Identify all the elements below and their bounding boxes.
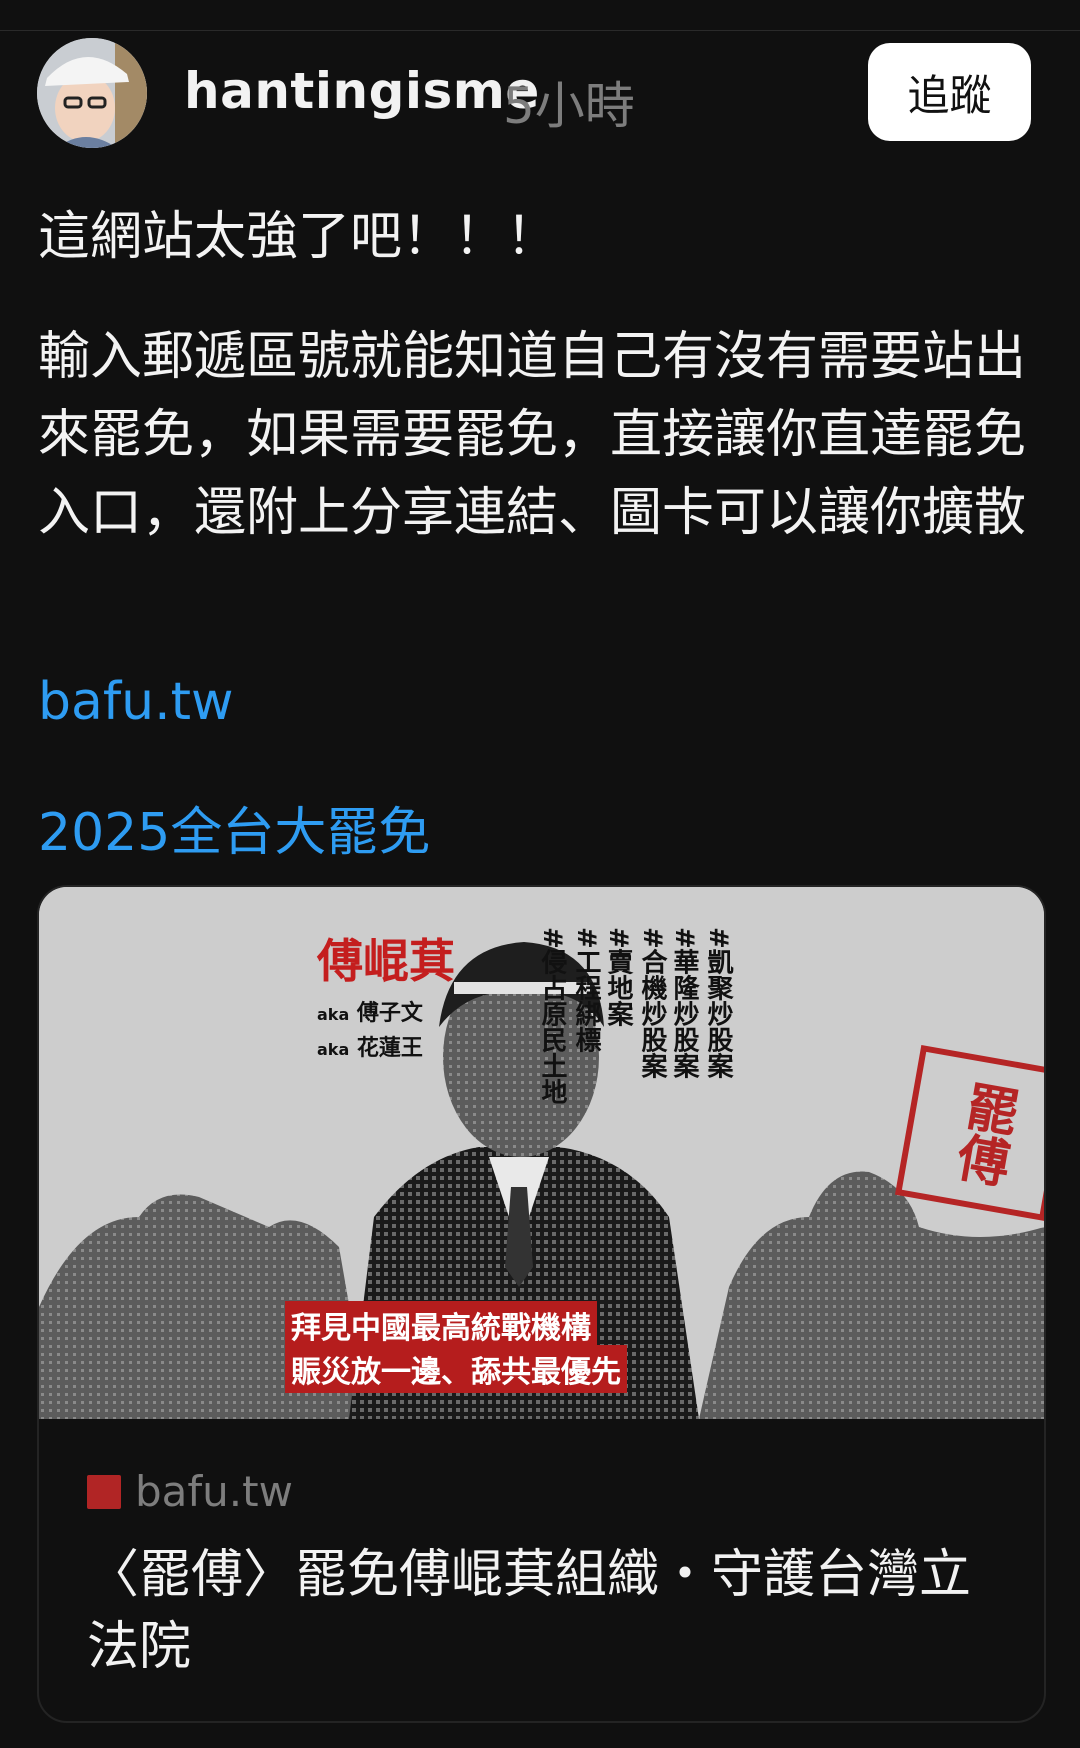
person-name: 傅崐萁 [317,934,455,988]
tag: #侵占原民土地 [537,927,567,1105]
banner-line1: 拜見中國最高統戰機構 [285,1301,597,1349]
follow-button[interactable]: 追蹤 [868,43,1031,141]
tag: #華隆炒股案 [669,927,699,1079]
tag: #賣地案 [603,927,633,1027]
tag: #合機炒股案 [637,927,667,1079]
tags-block: #凱聚炒股案 #華隆炒股案 [667,927,735,1079]
card-domain: bafu.tw [135,1467,293,1516]
site-favicon-icon [87,1474,121,1509]
aka-label: aka [317,1005,350,1024]
tags-block-2: #合機炒股案 #賣地案 [601,927,669,1079]
tag: #凱聚炒股案 [703,927,733,1079]
username[interactable]: hantingisme [184,62,540,120]
post-time: 5小時 [503,77,635,135]
post-link-url[interactable]: bafu.tw [38,672,234,732]
banner-line2: 賑災放一邊、舔共最優先 [285,1345,627,1393]
aka-label: aka [317,1040,350,1059]
stamp-text: 罷傅 [944,1076,1022,1190]
aka-1: 傅子文 [356,1001,423,1026]
post-link-title[interactable]: 2025全台大罷免 [38,790,430,865]
top-divider [0,30,1080,31]
avatar[interactable] [37,38,147,148]
profile-photo-icon [37,38,147,148]
card-domain-row: bafu.tw [87,1467,293,1516]
card-title[interactable]: 〈罷傅〉罷免傅崐萁組織・守護台灣立法院 [87,1539,1007,1683]
tags-block-3: #工程綁標 #侵占原民土地 [535,927,603,1105]
post-text-paragraph: 輸入郵遞區號就能知道自己有沒有需要站出來罷免，如果需要罷免，直接讓你直達罷免入口… [38,327,1027,543]
preview-image[interactable]: 傅崐萁 aka 傅子文 aka 花蓮王 #凱聚炒股案 #華隆炒股案 #合機炒股案… [39,887,1044,1419]
post-text-line1: 這網站太強了吧！！！ [38,207,559,267]
aka-block: aka 傅子文 aka 花蓮王 [317,997,423,1067]
stamp: 罷傅 [894,1044,1044,1222]
tag: #工程綁標 [571,927,601,1053]
link-preview-card[interactable]: 傅崐萁 aka 傅子文 aka 花蓮王 #凱聚炒股案 #華隆炒股案 #合機炒股案… [37,885,1046,1723]
aka-2: 花蓮王 [356,1036,423,1061]
